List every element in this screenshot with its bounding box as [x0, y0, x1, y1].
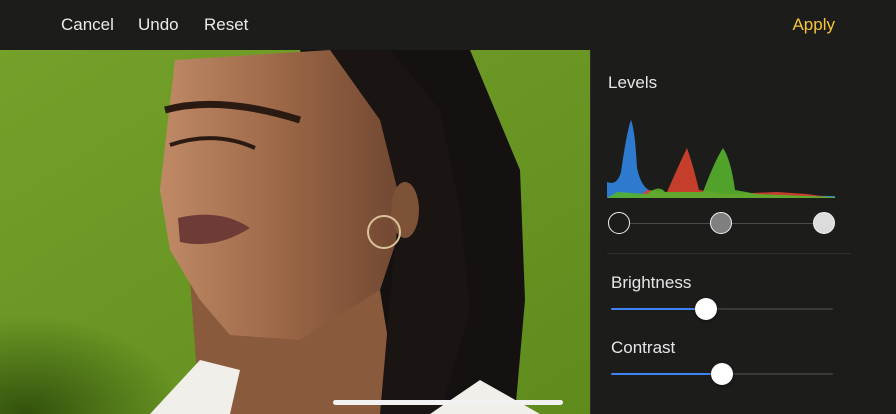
undo-button[interactable]: Undo	[138, 15, 179, 35]
portrait-image	[0, 50, 590, 414]
levels-histogram	[607, 120, 835, 198]
contrast-label: Contrast	[611, 338, 676, 357]
levels-white-point-handle[interactable]	[813, 212, 835, 234]
brightness-fill	[611, 308, 707, 310]
cancel-button[interactable]: Cancel	[61, 15, 114, 35]
brightness-slider[interactable]	[611, 297, 833, 321]
reset-button[interactable]: Reset	[204, 15, 248, 35]
levels-midtone-handle[interactable]	[710, 212, 732, 234]
brightness-thumb[interactable]	[695, 298, 718, 320]
photo-preview[interactable]	[0, 50, 590, 414]
levels-black-point-handle[interactable]	[608, 212, 630, 234]
apply-button[interactable]: Apply	[792, 15, 835, 35]
top-toolbar: Cancel Undo Reset Apply	[0, 0, 896, 50]
section-divider	[607, 253, 851, 254]
levels-title: Levels	[608, 73, 658, 92]
adjustments-panel: Levels Brightness Contrast	[590, 50, 896, 414]
home-indicator[interactable]	[333, 400, 563, 405]
brightness-label: Brightness	[611, 273, 692, 292]
contrast-fill	[611, 373, 722, 375]
contrast-thumb[interactable]	[711, 363, 733, 385]
contrast-slider[interactable]	[611, 362, 833, 386]
